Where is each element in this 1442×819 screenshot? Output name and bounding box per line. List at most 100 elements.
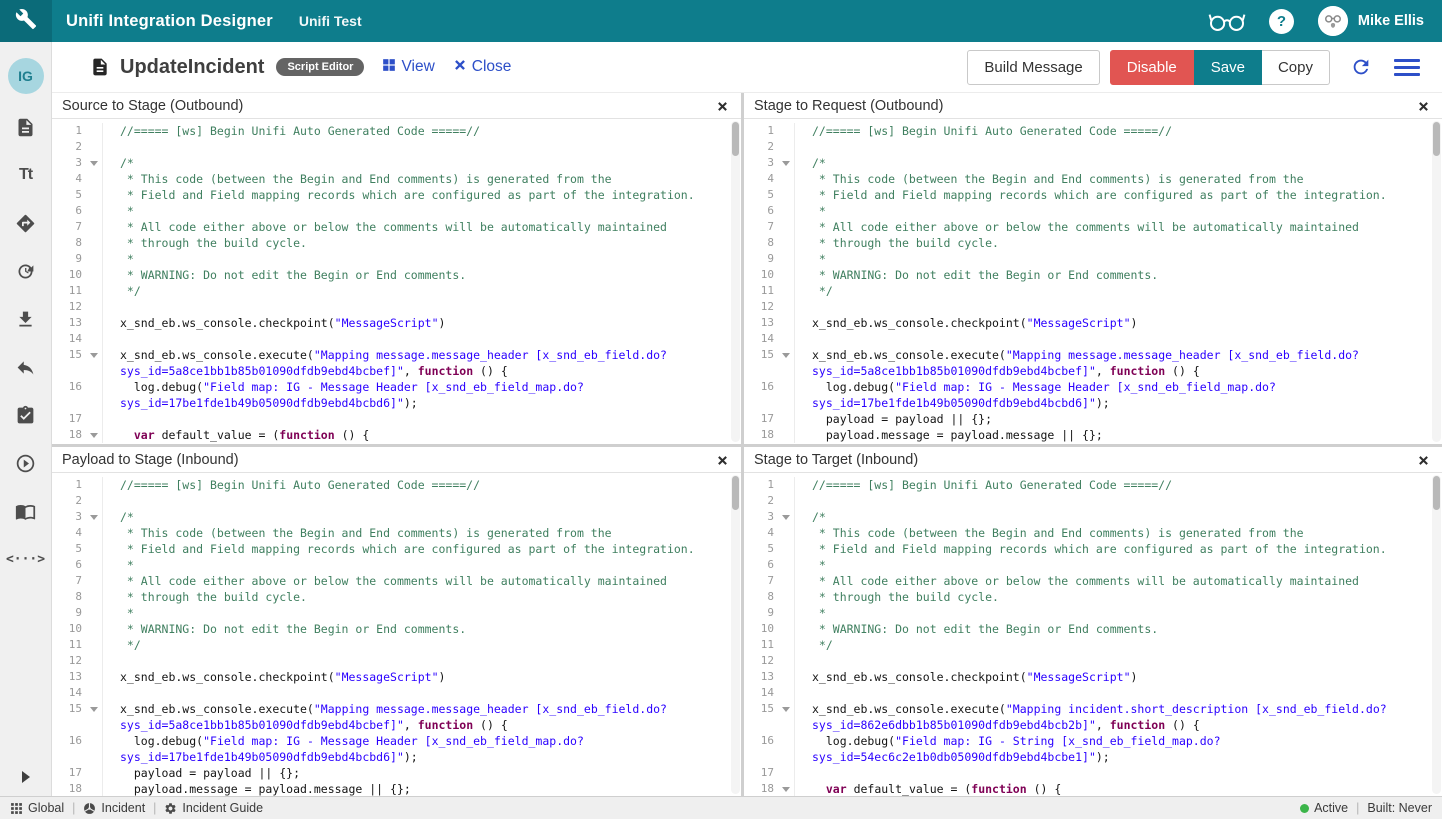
fold-arrow-icon[interactable] (779, 347, 794, 363)
integration-avatar[interactable]: IG (8, 58, 44, 94)
user-avatar[interactable] (1318, 6, 1348, 36)
code-text[interactable]: * through the build cycle. (103, 235, 307, 251)
menu-icon[interactable] (1394, 59, 1420, 76)
code-text[interactable]: x_snd_eb.ws_console.execute("Mapping mes… (795, 347, 1359, 363)
code-text[interactable]: x_snd_eb.ws_console.checkpoint("MessageS… (103, 669, 445, 685)
code-text[interactable]: //===== [ws] Begin Unifi Auto Generated … (795, 123, 1172, 139)
code-text[interactable]: * through the build cycle. (103, 589, 307, 605)
code-line[interactable]: 14 (52, 331, 741, 347)
code-line[interactable]: 8 * through the build cycle. (744, 589, 1442, 605)
copy-button[interactable]: Copy (1262, 50, 1330, 85)
fold-arrow-icon[interactable] (779, 781, 794, 796)
code-text[interactable]: log.debug("Field map: IG - Message Heade… (103, 733, 584, 749)
code-text[interactable]: * (795, 605, 826, 621)
code-line[interactable]: 2 (744, 493, 1442, 509)
code-text[interactable]: */ (103, 637, 141, 653)
play-circle-icon[interactable] (15, 452, 37, 474)
vertical-scrollbar[interactable] (731, 121, 740, 442)
scrollbar-thumb[interactable] (732, 476, 739, 510)
code-line[interactable]: 12 (744, 299, 1442, 315)
code-text[interactable]: payload.message = payload.message || {}; (795, 427, 1103, 443)
code-line[interactable]: 8 * through the build cycle. (52, 235, 741, 251)
code-text[interactable]: sys_id=17be1fde1b49b05090dfdb9ebd4bcbd6]… (103, 749, 418, 765)
glasses-icon[interactable] (1207, 8, 1247, 34)
code-text[interactable] (103, 139, 120, 155)
code-line[interactable]: 7 * All code either above or below the c… (52, 573, 741, 589)
code-text[interactable]: sys_id=54ec6c2e1b0db05090dfdb9ebd4bcbe1]… (795, 749, 1110, 765)
code-line[interactable]: 11 */ (744, 637, 1442, 653)
vertical-scrollbar[interactable] (1432, 475, 1441, 794)
code-text[interactable]: sys_id=5a8ce1bb1b85b01090dfdb9ebd4bcbef]… (103, 717, 508, 733)
code-line[interactable]: 4 * This code (between the Begin and End… (744, 525, 1442, 541)
panel-close-icon[interactable] (717, 99, 731, 113)
statusbar-item-incident[interactable]: Incident (83, 801, 145, 815)
code-line[interactable]: sys_id=5a8ce1bb1b85b01090dfdb9ebd4bcbef]… (52, 717, 741, 733)
fold-arrow-icon[interactable] (779, 701, 794, 717)
code-text[interactable]: */ (103, 283, 141, 299)
code-line[interactable]: 14 (744, 331, 1442, 347)
code-text[interactable]: payload = payload || {}; (103, 765, 300, 781)
code-line[interactable]: 13x_snd_eb.ws_console.checkpoint("Messag… (744, 669, 1442, 685)
code-text[interactable]: payload = payload || {}; (795, 411, 992, 427)
save-button[interactable]: Save (1194, 50, 1262, 85)
code-line[interactable]: 13x_snd_eb.ws_console.checkpoint("Messag… (744, 315, 1442, 331)
code-text[interactable]: /* (795, 155, 826, 171)
code-line[interactable]: sys_id=54ec6c2e1b0db05090dfdb9ebd4bcbe1]… (744, 749, 1442, 765)
code-text[interactable]: * through the build cycle. (795, 589, 999, 605)
code-line[interactable]: 9 * (744, 251, 1442, 267)
fold-arrow-icon[interactable] (87, 427, 102, 443)
code-line[interactable]: 15x_snd_eb.ws_console.execute("Mapping i… (744, 701, 1442, 717)
code-text[interactable]: * This code (between the Begin and End c… (795, 525, 1304, 541)
code-line[interactable]: 4 * This code (between the Begin and End… (744, 171, 1442, 187)
download-icon[interactable] (15, 308, 37, 330)
code-text[interactable]: * Field and Field mapping records which … (103, 187, 695, 203)
code-text[interactable]: * WARNING: Do not edit the Begin or End … (795, 621, 1158, 637)
code-text[interactable] (795, 139, 812, 155)
undo-icon[interactable] (15, 356, 37, 378)
code-editor[interactable]: 1//===== [ws] Begin Unifi Auto Generated… (744, 119, 1442, 444)
directions-icon[interactable] (15, 212, 37, 234)
code-line[interactable]: 18 var default_value = (function () { (744, 781, 1442, 796)
code-text[interactable]: * All code either above or below the com… (103, 219, 667, 235)
code-line[interactable]: 12 (52, 653, 741, 669)
code-text[interactable]: * Field and Field mapping records which … (795, 187, 1387, 203)
code-line[interactable]: 1//===== [ws] Begin Unifi Auto Generated… (744, 123, 1442, 139)
code-line[interactable]: 6 * (744, 203, 1442, 219)
code-text[interactable]: sys_id=17be1fde1b49b05090dfdb9ebd4bcbd6]… (795, 395, 1110, 411)
code-text[interactable]: log.debug("Field map: IG - Message Heade… (795, 379, 1276, 395)
code-line[interactable]: sys_id=862e6dbb1b85b01090dfdb9ebd4bcb2b]… (744, 717, 1442, 733)
help-icon[interactable]: ? (1269, 9, 1294, 34)
code-line[interactable]: 17 payload = payload || {}; (52, 765, 741, 781)
code-text[interactable]: * All code either above or below the com… (795, 219, 1359, 235)
code-line[interactable]: 5 * Field and Field mapping records whic… (744, 541, 1442, 557)
code-line[interactable]: 10 * WARNING: Do not edit the Begin or E… (52, 621, 741, 637)
code-text[interactable]: //===== [ws] Begin Unifi Auto Generated … (103, 123, 480, 139)
code-line[interactable]: 6 * (52, 557, 741, 573)
code-line[interactable]: sys_id=17be1fde1b49b05090dfdb9ebd4bcbd6]… (52, 395, 741, 411)
code-text[interactable] (795, 653, 812, 669)
code-editor[interactable]: 1//===== [ws] Begin Unifi Auto Generated… (744, 473, 1442, 796)
code-line[interactable]: 12 (52, 299, 741, 315)
code-line[interactable]: 16 log.debug("Field map: IG - Message He… (52, 379, 741, 395)
code-text[interactable]: * (103, 557, 134, 573)
code-text[interactable]: sys_id=5a8ce1bb1b85b01090dfdb9ebd4bcbef]… (103, 363, 508, 379)
code-line[interactable]: 7 * All code either above or below the c… (52, 219, 741, 235)
code-text[interactable]: x_snd_eb.ws_console.execute("Mapping mes… (103, 347, 667, 363)
code-text[interactable] (795, 493, 812, 509)
code-text[interactable]: * (103, 251, 134, 267)
code-line[interactable]: 5 * Field and Field mapping records whic… (52, 541, 741, 557)
code-text[interactable]: */ (795, 283, 833, 299)
code-icon[interactable]: <···> (15, 548, 37, 570)
code-line[interactable]: 11 */ (52, 283, 741, 299)
code-line[interactable]: 7 * All code either above or below the c… (744, 219, 1442, 235)
code-text[interactable] (103, 331, 120, 347)
code-line[interactable]: 16 log.debug("Field map: IG - String [x_… (744, 733, 1442, 749)
code-line[interactable]: 12 (744, 653, 1442, 669)
code-text[interactable]: * (795, 251, 826, 267)
code-line[interactable]: 4 * This code (between the Begin and End… (52, 525, 741, 541)
code-line[interactable]: 15x_snd_eb.ws_console.execute("Mapping m… (52, 347, 741, 363)
app-logo[interactable] (0, 0, 52, 42)
code-text[interactable]: * This code (between the Begin and End c… (103, 171, 612, 187)
code-line[interactable]: 13x_snd_eb.ws_console.checkpoint("Messag… (52, 315, 741, 331)
code-text[interactable]: x_snd_eb.ws_console.execute("Mapping mes… (103, 701, 667, 717)
